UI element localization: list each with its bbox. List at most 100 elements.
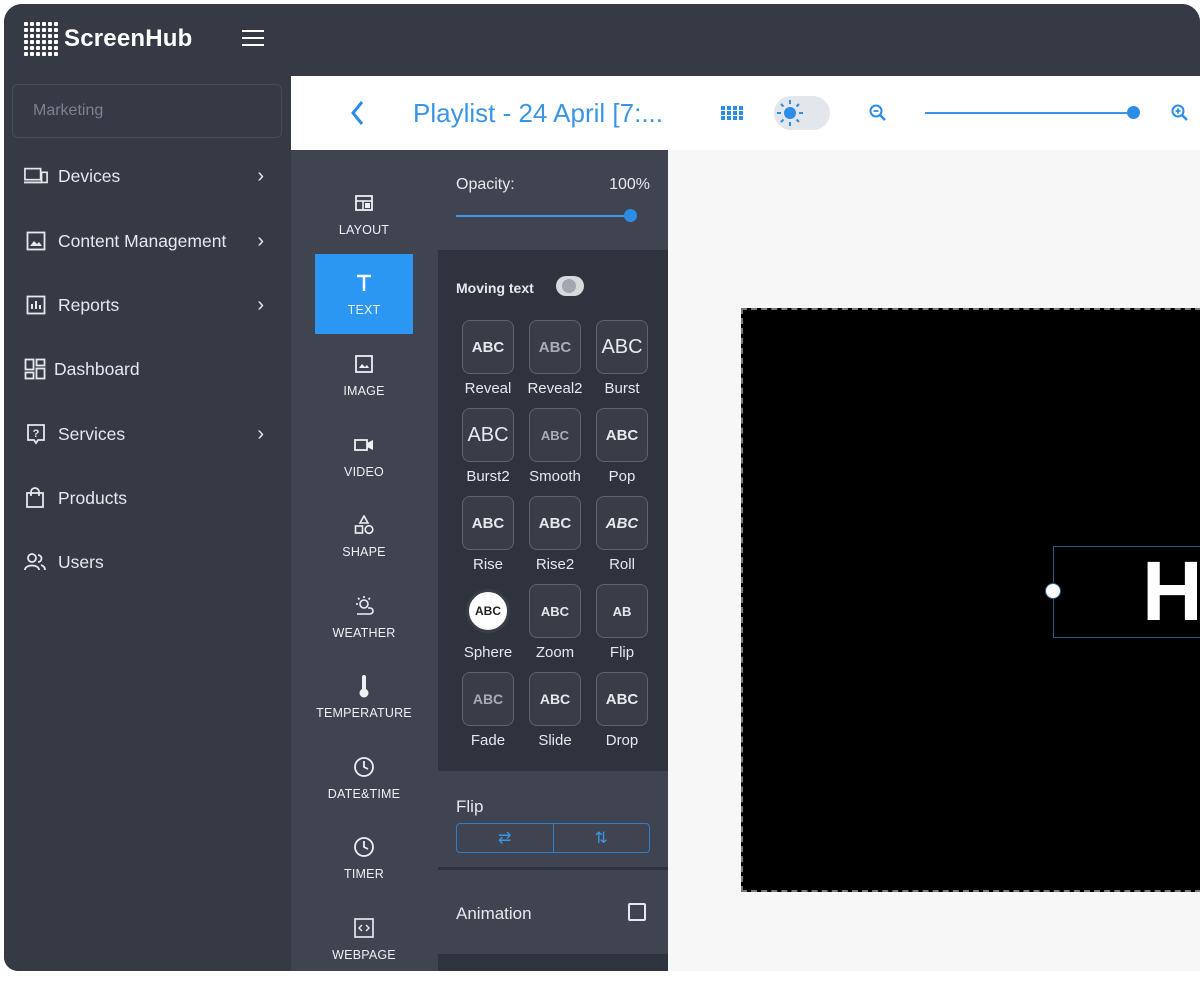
effect-preview: ABC: [529, 584, 581, 638]
chevron-right-icon: ›: [257, 165, 264, 187]
animation-section: Animation: [438, 870, 668, 954]
layout-icon: [355, 191, 373, 215]
effect-drop[interactable]: ABC Drop: [583, 672, 661, 749]
timer-icon: [353, 835, 375, 859]
canvas-stage[interactable]: H: [741, 308, 1200, 892]
app-window: ScreenHub Marketing Devices › Content Ma…: [4, 4, 1200, 971]
image-icon: [24, 230, 48, 252]
code-icon: [354, 916, 374, 940]
chevron-right-icon: ›: [257, 423, 264, 445]
top-bar: ScreenHub: [4, 4, 1200, 76]
sun-icon: [774, 97, 806, 129]
text-properties-panel: Opacity: 100% Moving text ABC Reveal ABC…: [438, 150, 668, 971]
sidebar-item-label: Users: [58, 551, 104, 572]
flip-horizontal-button[interactable]: ⇄: [457, 824, 554, 852]
sidebar-item-reports[interactable]: Reports ›: [24, 290, 274, 320]
opacity-slider-handle[interactable]: [624, 209, 637, 222]
flip-label: Flip: [456, 797, 484, 816]
help-icon: ?: [24, 423, 48, 445]
tool-date-time[interactable]: DATE&TIME: [315, 738, 413, 818]
zoom-out-icon[interactable]: [869, 104, 887, 127]
animation-label: Animation: [456, 904, 532, 923]
tool-weather[interactable]: WEATHER: [315, 577, 413, 657]
sidebar-item-label: Reports: [58, 294, 120, 315]
flip-section: Flip ⇄ ⇅: [438, 771, 668, 867]
effect-preview: ABC: [466, 589, 510, 633]
zoom-in-icon[interactable]: [1171, 104, 1189, 127]
shopping-bag-icon: [24, 487, 46, 509]
effect-flip[interactable]: AB Flip: [583, 584, 661, 661]
shape-icon: [354, 513, 374, 537]
effect-preview: ABC: [462, 320, 514, 374]
animation-checkbox[interactable]: [628, 903, 646, 921]
theme-toggle[interactable]: [774, 96, 830, 130]
effect-preview: ABC: [596, 672, 648, 726]
weather-icon: [353, 594, 375, 618]
effect-preview: ABC: [596, 496, 648, 550]
effect-preview: ABC: [462, 408, 514, 462]
opacity-value: 100%: [609, 176, 650, 193]
logo-grid-icon: [24, 22, 58, 56]
chevron-right-icon: ›: [257, 230, 264, 252]
app-name: ScreenHub: [64, 25, 193, 52]
sidebar-item-content-management[interactable]: Content Management ›: [24, 226, 274, 256]
tool-shape[interactable]: SHAPE: [315, 496, 413, 576]
tool-timer[interactable]: TIMER: [315, 818, 413, 898]
opacity-slider[interactable]: [456, 215, 630, 217]
playlist-toolbar: Playlist - 24 April [7:...: [291, 76, 1200, 150]
effect-preview: ABC: [596, 408, 648, 462]
sidebar-item-users[interactable]: Users: [24, 547, 274, 577]
tool-video[interactable]: VIDEO: [315, 416, 413, 496]
canvas-area: H: [668, 150, 1200, 971]
tool-webpage[interactable]: WEBPAGE: [315, 899, 413, 971]
reports-icon: [24, 294, 48, 316]
tool-temperature[interactable]: TEMPERATURE: [315, 657, 413, 737]
clock-icon: [353, 755, 375, 779]
zoom-slider[interactable]: [925, 112, 1133, 114]
opacity-label: Opacity:: [456, 176, 515, 193]
resize-handle[interactable]: [1045, 583, 1061, 599]
text-icon: [356, 271, 372, 295]
svg-text:?: ?: [33, 428, 40, 440]
dashboard-icon: [24, 358, 46, 380]
menu-icon[interactable]: [242, 30, 264, 48]
flip-vertical-button[interactable]: ⇅: [554, 824, 650, 852]
flip-button-group: ⇄ ⇅: [456, 823, 650, 853]
devices-icon: [24, 165, 48, 187]
opacity-section: Opacity: 100%: [438, 150, 668, 250]
tool-text[interactable]: TEXT: [315, 254, 413, 334]
effect-pop[interactable]: ABC Pop: [583, 408, 661, 485]
app-logo[interactable]: ScreenHub: [24, 22, 193, 56]
effect-preview: ABC: [596, 320, 648, 374]
effect-roll[interactable]: ABC Roll: [583, 496, 661, 573]
playlist-title[interactable]: Playlist - 24 April [7:...: [413, 98, 663, 129]
sidebar-item-products[interactable]: Products: [24, 483, 274, 513]
back-arrow-icon[interactable]: [348, 98, 368, 134]
effect-preview: ABC: [529, 672, 581, 726]
canvas-text: H: [1142, 544, 1200, 638]
image-icon: [355, 352, 373, 376]
sidebar-item-devices[interactable]: Devices ›: [24, 161, 274, 191]
effect-preview: ABC: [462, 672, 514, 726]
effect-preview: ABC: [529, 408, 581, 462]
moving-text-label: Moving text: [456, 280, 534, 296]
sidebar-item-label: Services: [58, 423, 126, 444]
chevron-right-icon: ›: [257, 294, 264, 316]
effect-preview: ABC: [462, 496, 514, 550]
effect-burst[interactable]: ABC Burst: [583, 320, 661, 397]
effect-preview: AB: [596, 584, 648, 638]
sidebar-item-label: Products: [58, 487, 128, 508]
workspace-search-input[interactable]: Marketing: [12, 84, 282, 138]
sidebar-item-services[interactable]: ? Services ›: [24, 419, 274, 449]
zoom-slider-handle[interactable]: [1127, 106, 1140, 119]
grid-view-icon[interactable]: [721, 106, 743, 125]
moving-text-toggle[interactable]: [556, 276, 584, 296]
text-element[interactable]: H: [1045, 544, 1200, 638]
tool-image[interactable]: IMAGE: [315, 335, 413, 415]
sidebar-item-label: Content Management: [58, 230, 227, 251]
effect-preview: ABC: [529, 320, 581, 374]
tool-layout[interactable]: LAYOUT: [315, 174, 413, 254]
users-icon: [24, 551, 46, 573]
sidebar-item-dashboard[interactable]: Dashboard: [24, 354, 274, 384]
element-tools: LAYOUT TEXT IMAGE VIDEO SHAPE WEATHER TE…: [291, 150, 438, 971]
